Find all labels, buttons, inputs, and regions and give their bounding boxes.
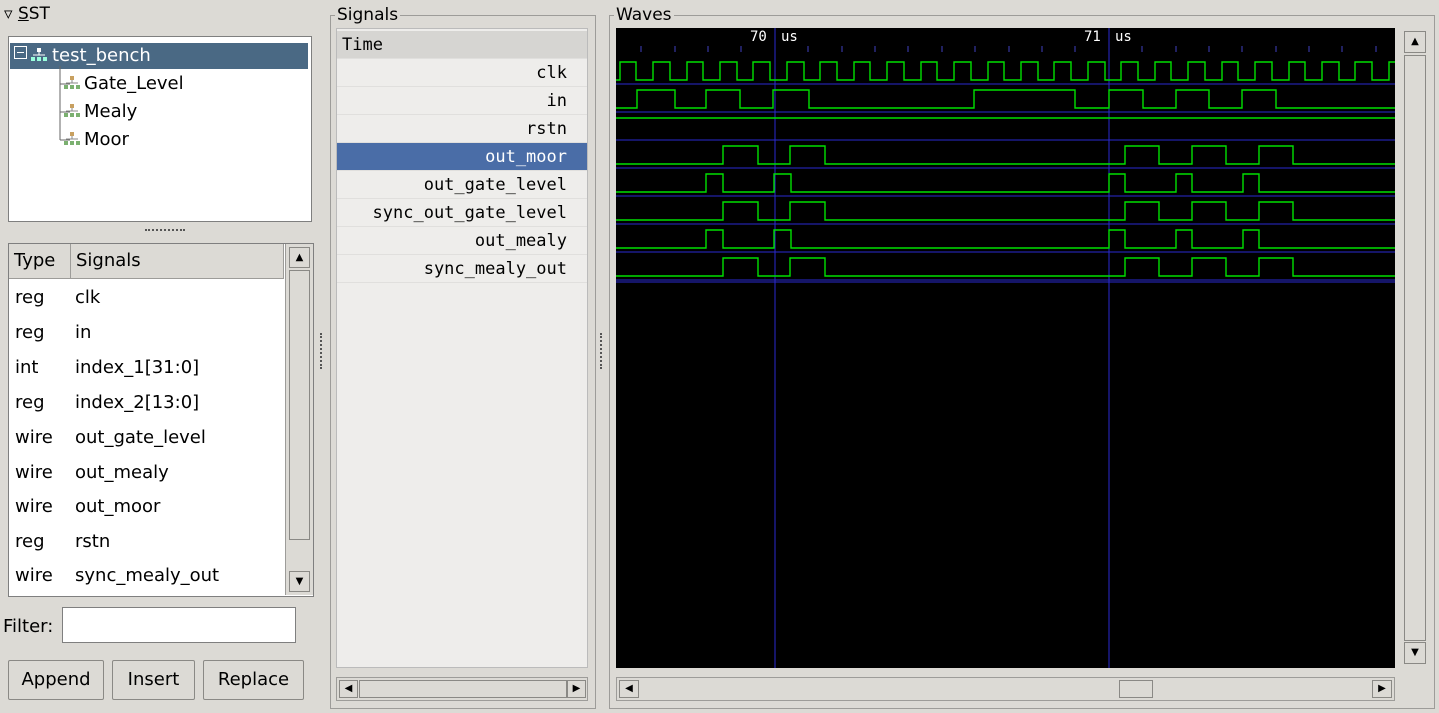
- signal-name: sync_mealy_out: [75, 565, 220, 586]
- column-header-signals[interactable]: Signals: [71, 244, 284, 278]
- signals-horizontal-scrollbar[interactable]: ◀ ▶: [336, 677, 588, 701]
- column-header-type[interactable]: Type: [9, 244, 71, 278]
- signal-name: clk: [75, 287, 101, 308]
- signal-name: rstn: [75, 531, 111, 552]
- signal-row-in[interactable]: in: [337, 87, 587, 115]
- scroll-thumb[interactable]: [359, 680, 567, 698]
- scroll-up-icon[interactable]: ▲: [289, 247, 310, 268]
- filter-label: Filter:: [3, 616, 54, 637]
- signal-row-out-moor[interactable]: out_moor: [337, 143, 587, 171]
- waves-panel-title: Waves: [614, 5, 674, 25]
- scroll-right-icon[interactable]: ▶: [1372, 680, 1392, 698]
- signals-panel-title: Signals: [335, 5, 401, 25]
- insert-button[interactable]: Insert: [112, 660, 195, 700]
- append-button[interactable]: Append: [8, 660, 104, 700]
- signal-type: wire: [15, 565, 53, 586]
- waves-horizontal-scrollbar[interactable]: ◀ ▶: [616, 677, 1395, 701]
- tree-item-label: Moor: [84, 129, 129, 150]
- waveform-canvas[interactable]: 70 us 71 us: [616, 28, 1395, 668]
- pane-resize-grip[interactable]: [320, 333, 324, 369]
- scroll-left-icon[interactable]: ◀: [339, 680, 358, 698]
- sst-panel-title[interactable]: ▿ SST: [4, 4, 50, 24]
- collapse-icon[interactable]: [14, 46, 27, 59]
- signal-name: in: [75, 322, 92, 343]
- signal-name: index_2[13:0]: [75, 392, 200, 413]
- pane-resize-grip[interactable]: [145, 229, 185, 235]
- filter-input[interactable]: [62, 607, 296, 643]
- signal-name: out_mealy: [75, 462, 169, 483]
- signal-type: reg: [15, 322, 45, 343]
- signal-row-sync-mealy-out[interactable]: sync_mealy_out: [337, 255, 587, 283]
- sst-expand-arrow: ▿: [4, 4, 18, 24]
- sst-title-rest: ST: [28, 4, 50, 24]
- signal-row-clk[interactable]: clk: [337, 59, 587, 87]
- tree-item-gate-level[interactable]: Gate_Level: [64, 71, 184, 97]
- signal-name: out_moor: [75, 496, 161, 517]
- signal-type: wire: [15, 462, 53, 483]
- scroll-thumb[interactable]: [289, 270, 310, 540]
- signal-row-out-mealy[interactable]: out_mealy: [337, 227, 587, 255]
- tree-item-label: test_bench: [52, 45, 151, 66]
- signal-type: int: [15, 357, 39, 378]
- module-icon: [64, 100, 80, 117]
- signal-type: reg: [15, 287, 45, 308]
- signal-type: reg: [15, 392, 45, 413]
- tree-item-test-bench[interactable]: test_bench: [14, 43, 151, 69]
- signals-panel[interactable]: Time clk in rstn out_moor out_gate_level…: [336, 28, 588, 668]
- signal-name: index_1[31:0]: [75, 357, 200, 378]
- scroll-down-icon[interactable]: ▼: [289, 571, 310, 592]
- signal-type-list[interactable]: Type Signals reg clk reg in int index_1[31:…: [8, 243, 314, 597]
- signal-type: wire: [15, 496, 53, 517]
- replace-button[interactable]: Replace: [203, 660, 304, 700]
- sst-title-mnemonic: S: [17, 4, 29, 24]
- signal-type: wire: [15, 427, 53, 448]
- pane-resize-grip[interactable]: [600, 333, 604, 369]
- module-icon: [64, 72, 80, 89]
- list-header: Type Signals: [9, 244, 284, 279]
- signal-row-sync-out-gate-level[interactable]: sync_out_gate_level: [337, 199, 587, 227]
- scroll-thumb[interactable]: [1119, 680, 1153, 698]
- module-icon: [31, 44, 47, 61]
- time-row-label: Time: [337, 31, 587, 59]
- signal-name: out_gate_level: [75, 427, 206, 448]
- signal-type: reg: [15, 531, 45, 552]
- scroll-thumb[interactable]: [1404, 55, 1426, 641]
- scroll-down-icon[interactable]: ▼: [1404, 642, 1426, 664]
- scroll-left-icon[interactable]: ◀: [619, 680, 639, 698]
- list-vertical-scrollbar[interactable]: ▲ ▼: [285, 244, 313, 595]
- signal-row-rstn[interactable]: rstn: [337, 115, 587, 143]
- scroll-up-icon[interactable]: ▲: [1404, 31, 1426, 53]
- module-icon: [64, 128, 80, 145]
- signal-row-out-gate-level[interactable]: out_gate_level: [337, 171, 587, 199]
- scroll-right-icon[interactable]: ▶: [567, 680, 586, 698]
- tree-item-label: Gate_Level: [84, 73, 184, 94]
- tree-item-mealy[interactable]: Mealy: [64, 99, 137, 125]
- tree-item-moor[interactable]: Moor: [64, 127, 129, 153]
- tree-item-label: Mealy: [84, 101, 138, 122]
- waves-vertical-scrollbar[interactable]: ▲ ▼: [1401, 28, 1429, 668]
- waveform-traces: [616, 28, 1395, 668]
